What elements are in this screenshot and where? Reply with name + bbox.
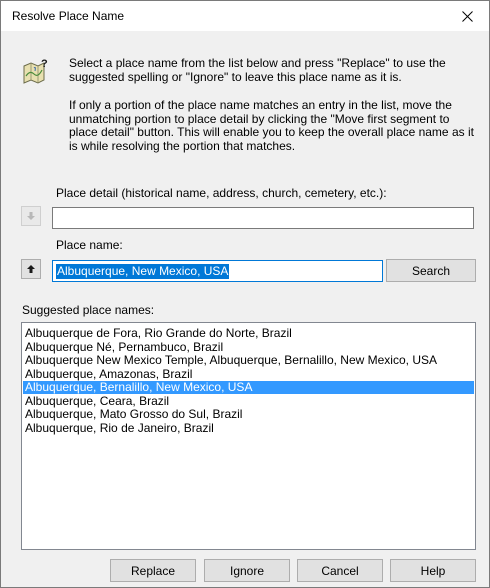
svg-text:?: ? (41, 58, 48, 70)
ignore-button[interactable]: Ignore (204, 559, 290, 582)
place-detail-input[interactable] (52, 207, 474, 229)
suggestions-listbox[interactable]: Albuquerque de Fora, Rio Grande do Norte… (21, 322, 476, 550)
close-icon (461, 10, 473, 22)
list-item[interactable]: Albuquerque Né, Pernambuco, Brazil (23, 341, 474, 354)
title-bar: Resolve Place Name (1, 1, 489, 31)
instruction-detail-text: If only a portion of the place name matc… (69, 98, 474, 153)
map-question-icon: ? (23, 58, 48, 84)
place-detail-label: Place detail (historical name, address, … (56, 186, 387, 200)
list-item[interactable]: Albuquerque, Bernalillo, New Mexico, USA (23, 381, 474, 394)
cancel-button[interactable]: Cancel (297, 559, 383, 582)
place-name-input[interactable]: Albuquerque, New Mexico, USA (52, 260, 383, 282)
close-button[interactable] (445, 1, 489, 31)
arrow-down-icon (27, 212, 35, 220)
list-item[interactable]: Albuquerque, Ceara, Brazil (23, 395, 474, 408)
list-item[interactable]: Albuquerque, Amazonas, Brazil (23, 368, 474, 381)
arrow-up-icon (27, 265, 35, 273)
list-item[interactable]: Albuquerque de Fora, Rio Grande do Norte… (23, 327, 474, 340)
move-to-place-name-button[interactable] (21, 206, 41, 226)
resolve-place-name-dialog: Resolve Place Name ? Select a place name… (0, 0, 490, 588)
suggestions-label: Suggested place names: (22, 303, 155, 317)
place-name-label: Place name: (56, 238, 123, 252)
list-item[interactable]: Albuquerque New Mexico Temple, Albuquerq… (23, 354, 474, 367)
move-first-segment-button[interactable] (21, 259, 41, 279)
help-button[interactable]: Help (390, 559, 476, 582)
instruction-text: Select a place name from the list below … (69, 56, 446, 84)
list-item[interactable]: Albuquerque, Rio de Janeiro, Brazil (23, 422, 474, 435)
search-button[interactable]: Search (386, 259, 476, 282)
place-name-value: Albuquerque, New Mexico, USA (56, 264, 230, 279)
replace-button[interactable]: Replace (110, 559, 196, 582)
list-item[interactable]: Albuquerque, Mato Grosso do Sul, Brazil (23, 408, 474, 421)
window-title: Resolve Place Name (12, 9, 125, 23)
